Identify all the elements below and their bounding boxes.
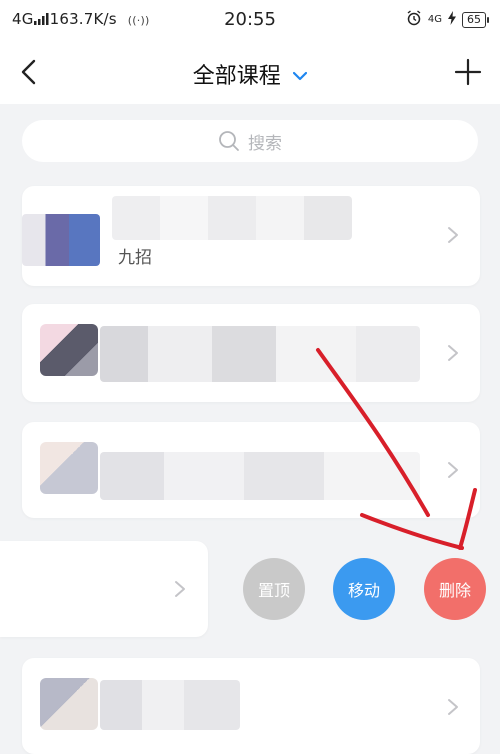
search-icon: [219, 131, 239, 151]
charging-icon: [448, 11, 456, 28]
redacted-thumbnail: [22, 214, 100, 266]
add-button[interactable]: [454, 58, 482, 86]
pin-button[interactable]: 置顶: [243, 558, 305, 620]
chevron-right-icon: [173, 580, 187, 598]
course-thumbnail: [40, 678, 98, 730]
redacted-title: [112, 196, 352, 240]
alarm-icon: [406, 10, 422, 29]
search-placeholder: 搜索: [248, 133, 282, 154]
course-card[interactable]: 九招: [22, 186, 480, 286]
network-type-right: 4G: [427, 14, 442, 25]
chevron-right-icon: [446, 226, 460, 244]
chevron-right-icon: [446, 344, 460, 362]
course-card-swiped[interactable]: [0, 541, 208, 637]
status-right: 4G 65: [406, 10, 489, 29]
search-input[interactable]: 搜索: [22, 120, 478, 162]
redacted-title: [100, 680, 240, 730]
plus-icon: [454, 58, 482, 86]
course-filter-dropdown[interactable]: 全部课程: [0, 58, 500, 90]
delete-button[interactable]: 删除: [424, 558, 486, 620]
page-title: 全部课程: [192, 64, 281, 89]
redacted-title: [100, 452, 420, 500]
chevron-right-icon: [446, 698, 460, 716]
course-thumbnail: [40, 442, 98, 494]
course-card[interactable]: [22, 658, 480, 754]
nav-bar: 全部课程: [0, 40, 500, 104]
battery-icon: 65: [462, 11, 489, 28]
course-card[interactable]: [22, 304, 480, 402]
chevron-down-icon: [289, 69, 308, 85]
course-card[interactable]: [22, 422, 480, 518]
course-title-fragment: 九招: [118, 248, 152, 268]
status-bar: 4G 163.7K/s ((·)) 20:55 4G 65: [0, 0, 500, 40]
course-thumbnail: [40, 324, 98, 376]
chevron-right-icon: [446, 461, 460, 479]
move-button[interactable]: 移动: [333, 558, 395, 620]
redacted-title: [100, 326, 420, 382]
